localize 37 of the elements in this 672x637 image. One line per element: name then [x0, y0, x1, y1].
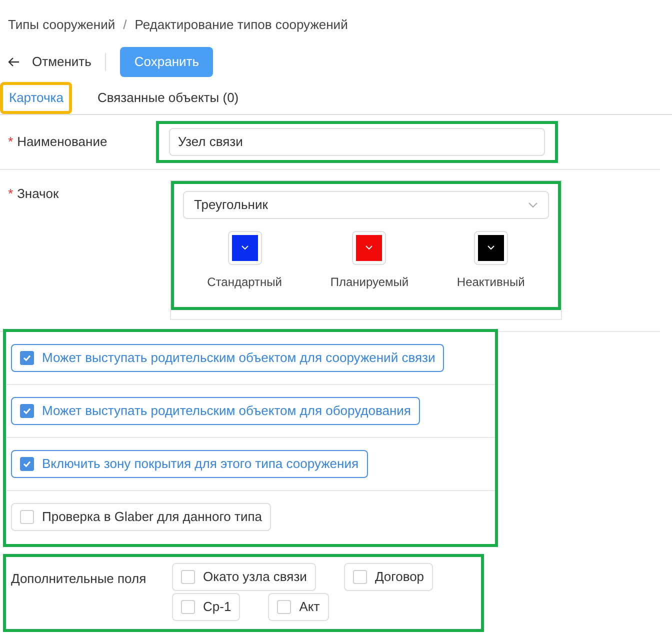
color-label: Планируемый: [330, 274, 409, 290]
name-input[interactable]: Узел связи: [169, 128, 545, 156]
checkbox[interactable]: [352, 570, 367, 584]
breadcrumb-separator: /: [123, 16, 127, 34]
cancel-button[interactable]: Отменить: [8, 52, 92, 72]
checkbox-option[interactable]: Включить зону покрытия для этого типа сооружения: [11, 450, 368, 478]
checkbox[interactable]: [20, 510, 34, 524]
checkbox[interactable]: [20, 404, 34, 418]
field-label: Дополнительные поля: [10, 570, 148, 588]
field-label: Наименование: [17, 132, 108, 151]
check-icon: [22, 406, 32, 416]
breadcrumb-current: Редактирование типов сооружений: [134, 16, 348, 34]
checkbox[interactable]: [277, 600, 292, 614]
breadcrumb-link[interactable]: Типы сооружений: [8, 15, 116, 34]
checkbox-option[interactable]: Может выступать родительским объектом для сооружений связи: [11, 344, 444, 372]
checkbox[interactable]: [20, 456, 34, 470]
checkbox-option[interactable]: Окато узла связи: [172, 562, 316, 590]
chevron-down-icon: [528, 202, 538, 208]
checkbox[interactable]: [181, 570, 195, 584]
checkbox-option[interactable]: Договор: [344, 562, 434, 590]
required-mark: *: [8, 184, 14, 202]
tab[interactable]: Карточка: [0, 82, 72, 114]
checkbox-option[interactable]: Акт: [268, 592, 329, 620]
color-label: Неактивный: [456, 274, 525, 290]
color-label: Стандартный: [207, 274, 282, 290]
checkbox-option[interactable]: Может выступать родительским объектом для оборудования: [11, 396, 420, 424]
tab[interactable]: Связанные объекты (0): [88, 82, 248, 114]
field-label: Значок: [17, 184, 59, 202]
check-icon: [22, 352, 32, 362]
checkbox[interactable]: [181, 600, 195, 614]
checkbox-option[interactable]: Проверка в Glaber для данного типа: [11, 503, 271, 531]
shape-select[interactable]: Треугольник: [183, 190, 549, 218]
checkbox-option[interactable]: Ср-1: [172, 592, 240, 620]
checkbox[interactable]: [20, 350, 34, 364]
back-arrow-icon: [8, 56, 20, 66]
required-mark: *: [8, 132, 14, 151]
check-icon: [22, 458, 32, 468]
